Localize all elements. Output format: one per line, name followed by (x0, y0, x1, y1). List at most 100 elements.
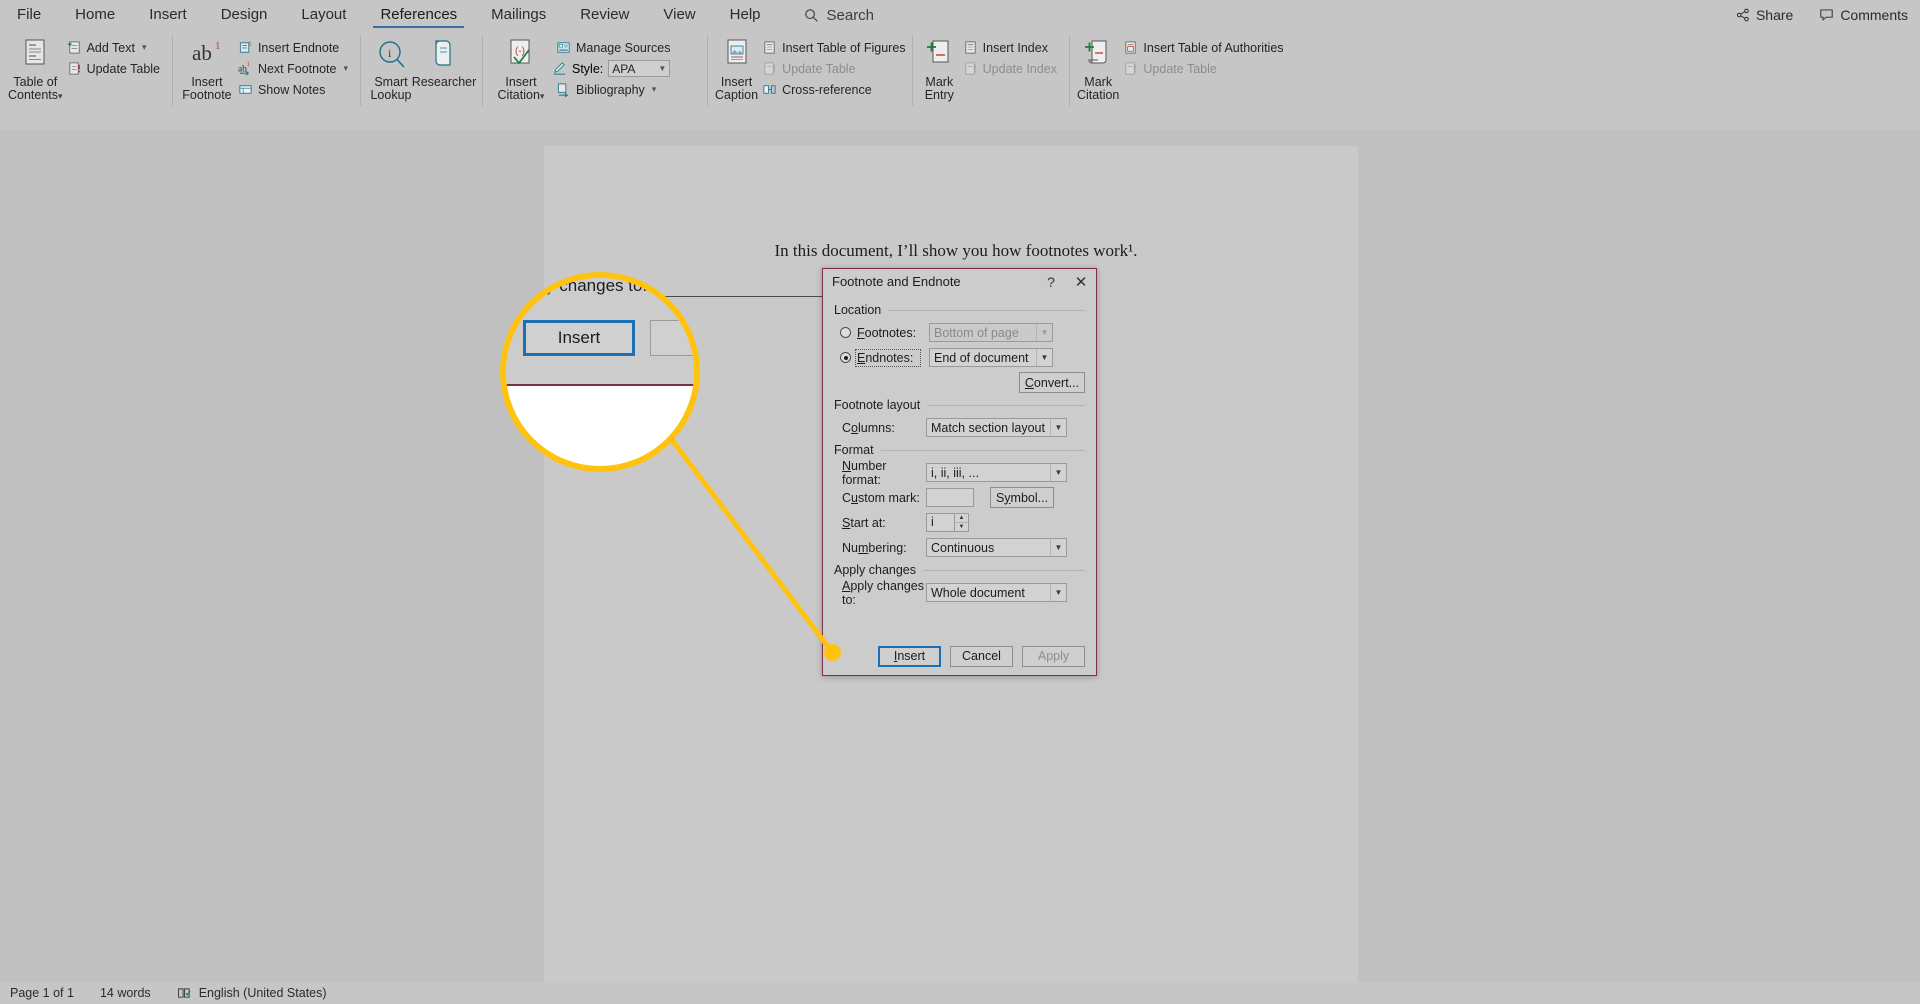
columns-label: Columns: (842, 420, 895, 435)
tab-layout[interactable]: Layout (284, 0, 363, 30)
apply-changes-to-select[interactable]: Whole document ▼ (926, 583, 1067, 602)
language-status[interactable]: English (United States) (177, 986, 327, 1000)
update-table-authorities-button: Update Table (1119, 59, 1287, 78)
start-at-stepper[interactable]: i ▲ ▼ (926, 513, 969, 532)
insert-table-of-authorities-button[interactable]: Insert Table of Authorities (1119, 38, 1287, 57)
comments-button[interactable]: Comments (1819, 7, 1908, 23)
location-section-text: Location (834, 303, 882, 317)
insert-endnote-button[interactable]: 1 Insert Endnote (234, 38, 352, 57)
mark-citation-button[interactable]: Mark Citation (1077, 33, 1119, 112)
smart-lookup-icon: i (375, 38, 407, 72)
document-body-text: In this document, I’ll show you how foot… (636, 241, 1276, 261)
endnotes-radio[interactable] (840, 352, 851, 363)
tab-file[interactable]: File (0, 0, 58, 30)
update-table-icon (67, 61, 82, 76)
symbol-button[interactable]: Sy mbol... (990, 487, 1054, 508)
smart-lookup-line1: Smart (374, 75, 408, 89)
svg-text:i: i (388, 46, 392, 60)
smart-lookup-button[interactable]: i Smart Lookup (368, 33, 414, 112)
help-button[interactable]: ? (1036, 270, 1066, 294)
tab-references[interactable]: References (363, 0, 474, 30)
start-at-label-rest: tart at: (850, 515, 886, 530)
cross-reference-button[interactable]: Cross-reference (758, 80, 909, 99)
page-status[interactable]: Page 1 of 1 (10, 986, 74, 1000)
toc-label-line1: Table of (13, 75, 58, 89)
next-footnote-label: Next Footnote (257, 61, 337, 76)
insert-index-icon (963, 40, 978, 55)
insert-citation-label: Insert Citation▾ (498, 76, 545, 103)
update-index-label: Update Index (982, 61, 1057, 76)
share-button[interactable]: Share (1736, 7, 1793, 23)
tab-review-label: Review (580, 6, 630, 23)
footnotes-radio[interactable] (840, 327, 851, 338)
footnotes-location-row: Footnotes: Bottom of page ▼ (834, 322, 1085, 343)
cancel-button[interactable]: Cancel (950, 645, 1013, 667)
citation-style-value: APA (612, 61, 636, 76)
chevron-down-icon: ▼ (1036, 349, 1052, 366)
tab-design[interactable]: Design (204, 0, 285, 30)
tab-insert[interactable]: Insert (132, 0, 204, 30)
mark-entry-line1: Mark (925, 75, 954, 89)
spin-up-icon[interactable]: ▲ (955, 514, 968, 523)
word-count-status[interactable]: 14 words (100, 986, 151, 1000)
ribbon-groups: Table of Contents▾ Add Text ▾ Update Tab… (0, 30, 1920, 112)
dialog-body: Location Footnotes: Bottom of page ▼ End… (823, 294, 1096, 607)
number-format-value: i, ii, iii, ... (931, 465, 979, 480)
update-table-figures-button: Update Table (758, 59, 909, 78)
insert-caption-button[interactable]: Insert Caption (715, 33, 758, 112)
group-table-of-contents: Table of Contents▾ Add Text ▾ Update Tab… (0, 30, 172, 112)
tab-view[interactable]: View (646, 0, 712, 30)
tab-layout-label: Layout (301, 6, 347, 23)
tab-help[interactable]: Help (713, 0, 778, 30)
magnified-cancel-button[interactable] (650, 320, 694, 356)
tab-home[interactable]: Home (58, 0, 132, 30)
number-format-label: Number format: (842, 458, 887, 487)
insert-index-button[interactable]: Insert Index (959, 38, 1061, 57)
style-icon (552, 61, 567, 76)
footnotes-radio-label[interactable]: Footnotes: (857, 326, 929, 340)
number-format-select[interactable]: i, ii, iii, ... ▼ (926, 463, 1067, 482)
magnified-insert-button[interactable]: Insert (523, 320, 635, 356)
update-table-button[interactable]: Update Table (63, 59, 164, 78)
convert-button[interactable]: Convert... (1019, 372, 1085, 393)
start-at-spin-buttons[interactable]: ▲ ▼ (954, 513, 969, 532)
next-footnote-button[interactable]: ab 1 Next Footnote ▾ (234, 59, 352, 78)
chevron-down-icon: ▼ (658, 64, 667, 73)
table-of-contents-button[interactable]: Table of Contents▾ (8, 33, 63, 112)
endnotes-radio-label[interactable]: Endnotes: (855, 348, 921, 367)
dialog-title-bar[interactable]: Footnote and Endnote ? ✕ (823, 269, 1096, 294)
endnotes-location-select[interactable]: End of document ▼ (929, 348, 1053, 367)
start-at-input[interactable]: i (926, 513, 954, 532)
insert-citation-button[interactable]: (-) Insert Citation▾ (490, 33, 552, 112)
insert-table-of-authorities-icon (1123, 40, 1138, 55)
dialog-footer: Insert Cancel Apply (823, 637, 1096, 675)
close-icon[interactable]: ✕ (1066, 270, 1096, 294)
insert-button[interactable]: Insert (878, 645, 941, 667)
magnified-dialog-region: Apply changes to: Insert (506, 278, 694, 386)
mark-entry-button[interactable]: Mark Entry (920, 33, 959, 112)
spin-down-icon[interactable]: ▼ (955, 523, 968, 531)
tab-mailings-label: Mailings (491, 6, 547, 23)
tab-review[interactable]: Review (563, 0, 646, 30)
show-notes-button[interactable]: Show Notes (234, 80, 352, 99)
insert-table-of-figures-button[interactable]: Insert Table of Figures (758, 38, 909, 57)
insert-footnote-button[interactable]: ab 1 Insert Footnote (180, 33, 234, 112)
bibliography-button[interactable]: Bibliography ▾ (552, 80, 675, 99)
numbering-select[interactable]: Continuous ▼ (926, 538, 1067, 557)
insert-citation-icon: (-) (505, 38, 537, 72)
table-of-contents-label: Table of Contents▾ (8, 76, 63, 103)
columns-select[interactable]: Match section layout ▼ (926, 418, 1067, 437)
svg-text:1: 1 (248, 42, 251, 48)
tab-mailings[interactable]: Mailings (474, 0, 563, 30)
mark-citation-label: Mark Citation (1077, 76, 1119, 102)
researcher-button[interactable]: Researcher (412, 33, 476, 112)
add-text-button[interactable]: Add Text ▾ (63, 38, 164, 57)
custom-mark-input[interactable] (926, 488, 974, 507)
ribbon-tab-bar: File Home Insert Design Layout Reference… (0, 0, 1920, 30)
search-box[interactable]: Search (804, 7, 874, 24)
footnote-and-endnote-dialog[interactable]: Footnote and Endnote ? ✕ Location Footno… (822, 268, 1097, 676)
citation-style-select[interactable]: APA ▼ (608, 60, 671, 77)
comments-label: Comments (1840, 7, 1908, 23)
tab-insert-label: Insert (149, 6, 187, 23)
manage-sources-button[interactable]: Manage Sources (552, 38, 675, 57)
